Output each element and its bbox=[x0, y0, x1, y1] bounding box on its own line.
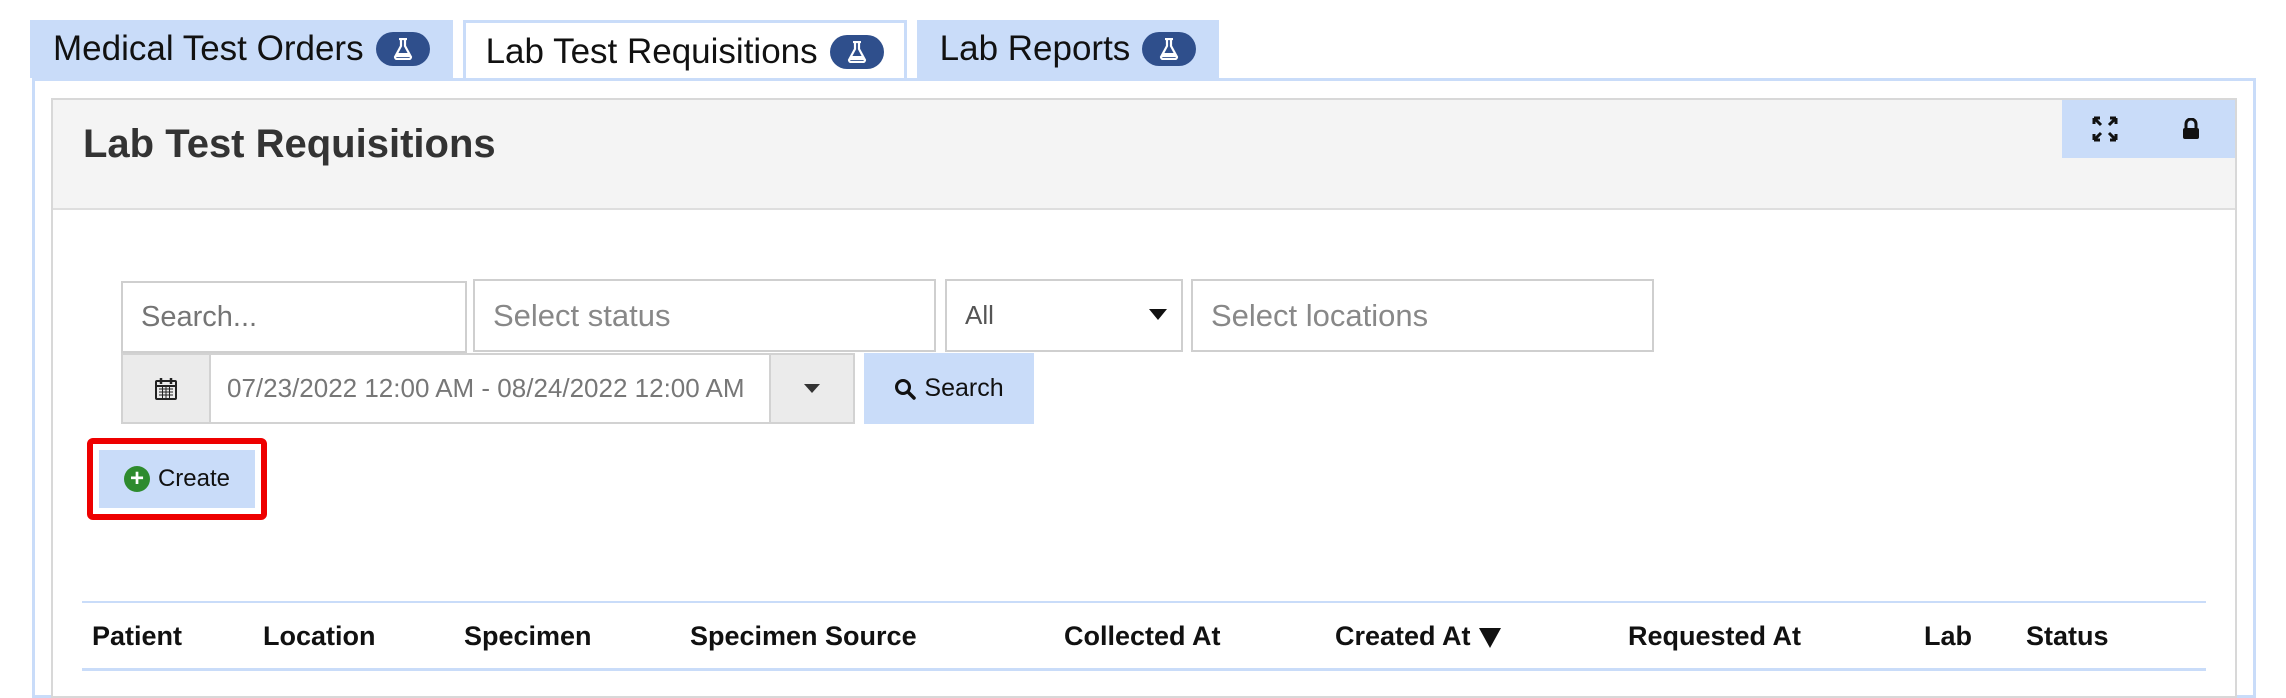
locations-select[interactable]: Select locations bbox=[1191, 279, 1654, 352]
tab-bar: Medical Test Orders Lab Test Requisition… bbox=[30, 20, 1229, 80]
panel-title: Lab Test Requisitions bbox=[83, 122, 496, 166]
column-patient[interactable]: Patient bbox=[92, 621, 182, 652]
panel-header: Lab Test Requisitions bbox=[53, 100, 2235, 210]
column-lab[interactable]: Lab bbox=[1924, 621, 1972, 652]
sort-desc-icon bbox=[1478, 627, 1501, 648]
column-collected-at[interactable]: Collected At bbox=[1064, 621, 1221, 652]
create-button[interactable]: + Create bbox=[99, 450, 255, 508]
tab-medical-test-orders[interactable]: Medical Test Orders bbox=[30, 20, 453, 78]
calendar-icon bbox=[155, 377, 177, 400]
lock-icon[interactable] bbox=[2148, 100, 2234, 158]
tab-label: Medical Test Orders bbox=[53, 29, 364, 68]
tab-label: Lab Test Requisitions bbox=[485, 31, 818, 71]
all-dropdown-value: All bbox=[965, 300, 994, 330]
flask-icon bbox=[829, 34, 884, 69]
date-range-value: 07/23/2022 12:00 AM - 08/24/2022 12:00 A… bbox=[227, 373, 745, 403]
all-dropdown[interactable]: All bbox=[945, 279, 1183, 352]
create-button-label: Create bbox=[157, 465, 231, 492]
column-status[interactable]: Status bbox=[2026, 621, 2109, 652]
column-specimen[interactable]: Specimen bbox=[464, 621, 592, 652]
status-placeholder: Select status bbox=[493, 297, 671, 333]
plus-circle-icon: + bbox=[123, 466, 150, 492]
status-select[interactable]: Select status bbox=[473, 279, 936, 352]
flask-icon bbox=[1142, 32, 1197, 66]
tab-lab-reports[interactable]: Lab Reports bbox=[916, 20, 1220, 78]
column-location[interactable]: Location bbox=[263, 621, 376, 652]
column-created-at-label: Created At bbox=[1335, 621, 1471, 651]
calendar-button[interactable] bbox=[121, 353, 211, 424]
tab-lab-test-requisitions[interactable]: Lab Test Requisitions bbox=[462, 20, 907, 80]
column-created-at[interactable]: Created At bbox=[1335, 621, 1501, 652]
search-input[interactable] bbox=[121, 281, 467, 353]
create-button-highlight: + Create bbox=[87, 438, 267, 520]
column-specimen-source[interactable]: Specimen Source bbox=[690, 621, 917, 652]
date-range-input[interactable]: 07/23/2022 12:00 AM - 08/24/2022 12:00 A… bbox=[211, 353, 769, 424]
locations-placeholder: Select locations bbox=[1211, 297, 1429, 333]
panel-tools bbox=[2062, 100, 2235, 158]
tab-label: Lab Reports bbox=[939, 29, 1131, 68]
search-button-label: Search bbox=[924, 374, 1004, 402]
expand-icon[interactable] bbox=[2062, 100, 2148, 158]
search-icon bbox=[895, 378, 917, 400]
column-requested-at[interactable]: Requested At bbox=[1628, 621, 1801, 652]
flask-icon bbox=[375, 32, 430, 66]
search-button[interactable]: Search bbox=[864, 353, 1034, 424]
caret-down-icon bbox=[1149, 309, 1167, 320]
date-range-dropdown-button[interactable] bbox=[769, 353, 855, 424]
caret-down-icon bbox=[804, 384, 820, 393]
table-header: Patient Location Specimen Specimen Sourc… bbox=[82, 601, 2206, 671]
